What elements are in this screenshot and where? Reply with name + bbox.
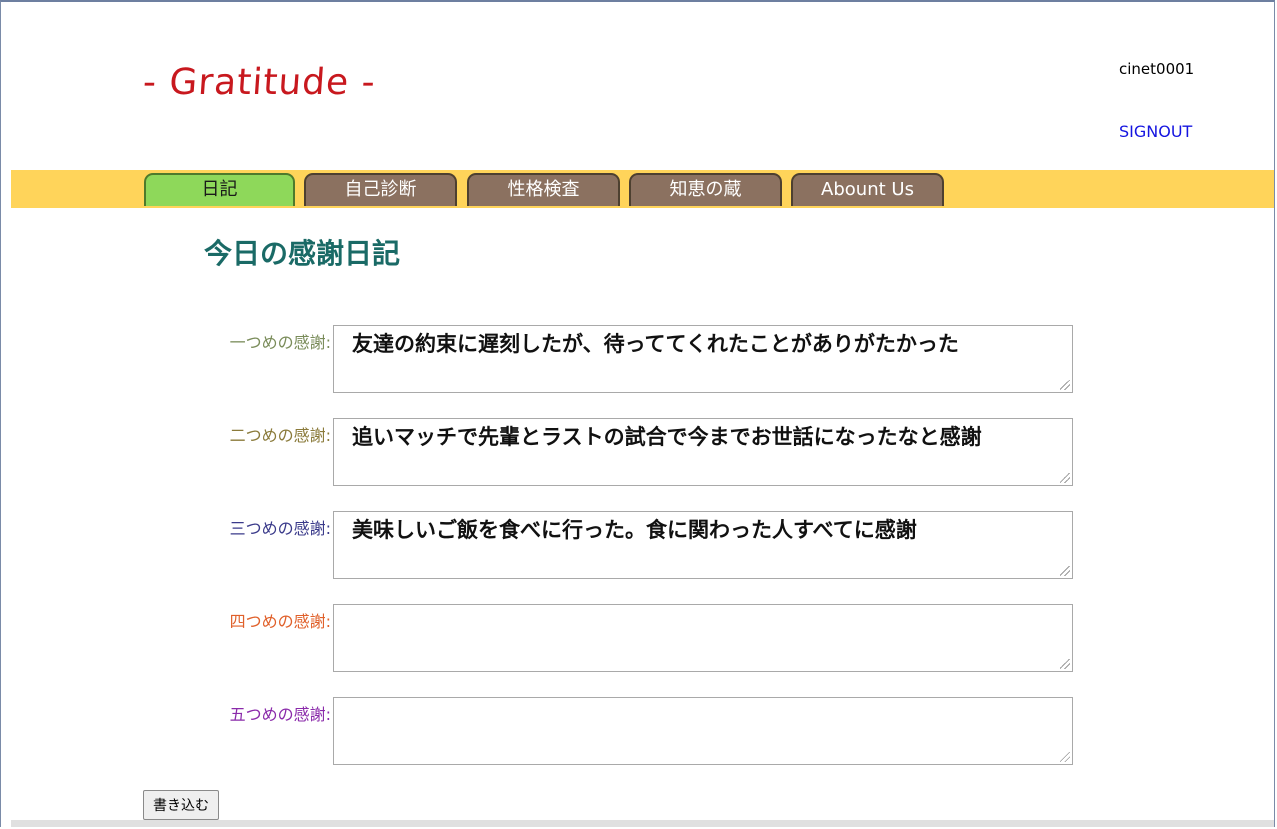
gratitude-field-2-value: 追いマッチで先輩とラストの試合で今までお世話になったなと感謝 <box>352 425 982 449</box>
resize-grip-icon[interactable] <box>1060 566 1070 576</box>
tab-diary[interactable]: 日記 <box>144 173 295 206</box>
gratitude-field-4[interactable] <box>333 604 1073 672</box>
resize-grip-icon[interactable] <box>1060 473 1070 483</box>
gratitude-field-3-value: 美味しいご飯を食べに行った。食に関わった人すべてに感謝 <box>352 518 917 542</box>
page-title: 今日の感謝日記 <box>204 237 401 270</box>
gratitude-field-2[interactable]: 追いマッチで先輩とラストの試合で今までお世話になったなと感謝 <box>333 418 1073 486</box>
entry-label-2: 二つめの感謝: <box>229 426 331 445</box>
tab-personality-test[interactable]: 性格検査 <box>467 173 620 206</box>
resize-grip-icon[interactable] <box>1060 659 1070 669</box>
submit-button[interactable]: 書き込む <box>143 790 219 820</box>
resize-grip-icon[interactable] <box>1060 752 1070 762</box>
site-logo[interactable]: - Gratitude - <box>142 62 378 103</box>
tab-self-diagnosis[interactable]: 自己診断 <box>304 173 457 206</box>
gratitude-field-3[interactable]: 美味しいご飯を食べに行った。食に関わった人すべてに感謝 <box>333 511 1073 579</box>
gratitude-field-1[interactable]: 友達の約束に遅刻したが、待っててくれたことがありがたかった <box>333 325 1073 393</box>
user-name: cinet0001 <box>1119 60 1195 78</box>
resize-grip-icon[interactable] <box>1060 380 1070 390</box>
signout-link[interactable]: SIGNOUT <box>1119 122 1192 141</box>
entry-label-1: 一つめの感謝: <box>229 333 331 352</box>
entry-label-5: 五つめの感謝: <box>229 705 331 724</box>
page: - Gratitude - cinet0001 SIGNOUT 日記 自己診断 … <box>0 0 1275 827</box>
entry-label-3: 三つめの感謝: <box>229 519 331 538</box>
gratitude-field-1-value: 友達の約束に遅刻したが、待っててくれたことがありがたかった <box>352 332 959 356</box>
footer-bar <box>11 820 1274 827</box>
tab-about-us[interactable]: Abount Us <box>791 173 944 206</box>
tab-wisdom-store[interactable]: 知恵の蔵 <box>629 173 782 206</box>
entry-label-4: 四つめの感謝: <box>229 612 331 631</box>
gratitude-field-5[interactable] <box>333 697 1073 765</box>
